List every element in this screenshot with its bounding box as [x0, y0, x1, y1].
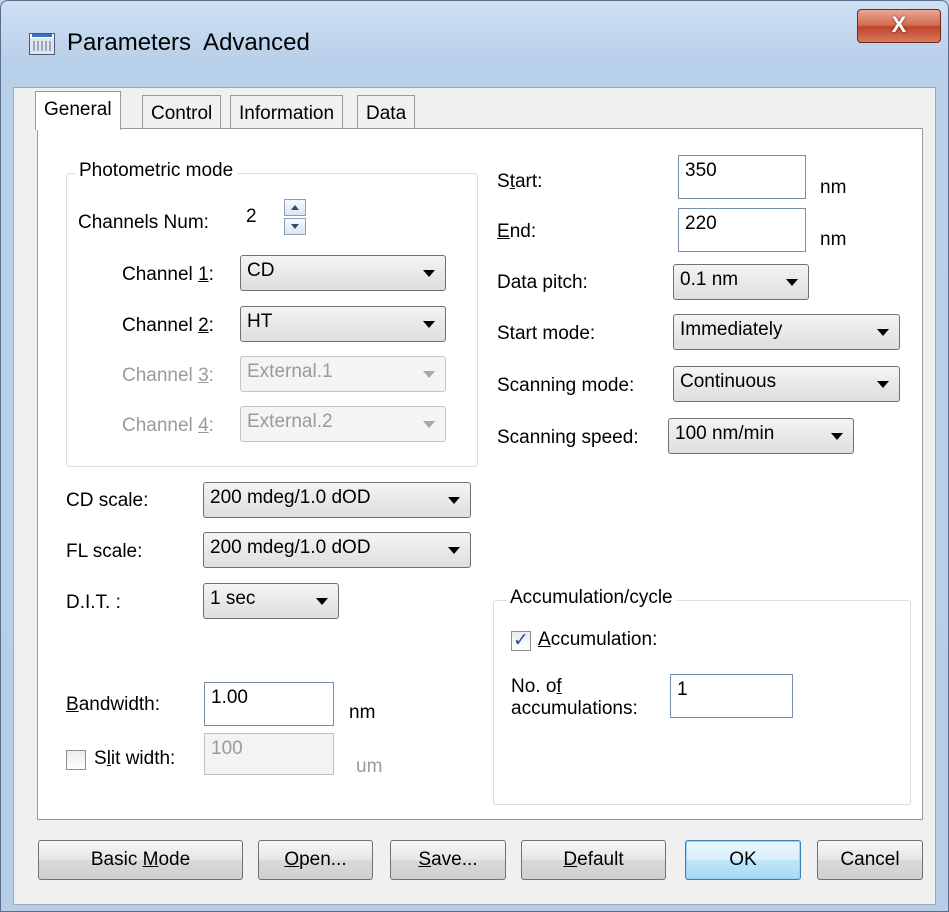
dropdown-arrow-icon	[877, 381, 889, 388]
start-unit: nm	[820, 177, 847, 198]
channel-4-label: Channel 4:	[122, 415, 214, 436]
dialog-window: Parameters Advanced X General Control In…	[0, 0, 949, 912]
accumulations-count-label: No. of accumulations:	[511, 676, 638, 719]
title-bar[interactable]: Parameters Advanced X	[1, 1, 948, 87]
app-window-icon	[29, 33, 55, 55]
dropdown-arrow-icon	[786, 279, 798, 286]
channels-num-spinner[interactable]	[284, 199, 306, 235]
channel-1-select[interactable]: CD	[240, 255, 446, 291]
accumulation-checkbox[interactable]	[511, 629, 531, 651]
close-icon: X	[891, 12, 907, 37]
dropdown-arrow-icon	[316, 598, 328, 605]
channel-3-label: Channel 3:	[122, 365, 214, 386]
dit-select[interactable]: 1 sec	[203, 583, 339, 619]
channel-1-label: Channel 1:	[122, 264, 214, 285]
ok-button[interactable]: OK	[685, 840, 801, 880]
dit-label: D.I.T. :	[66, 592, 121, 613]
spin-down-icon[interactable]	[284, 218, 306, 235]
bandwidth-input[interactable]: 1.00	[204, 682, 334, 726]
channel-4-select: External.2	[240, 406, 446, 442]
tab-information[interactable]: Information	[230, 95, 344, 129]
photometric-mode-label: Photometric mode	[75, 160, 238, 182]
slit-width-label: Slit width:	[94, 748, 176, 769]
dialog-client-area: General Control Information Data Photome…	[13, 87, 936, 905]
channel-2-select[interactable]: HT	[240, 306, 446, 342]
end-label: End:	[497, 221, 537, 242]
channels-num-label: Channels Num:	[78, 212, 209, 233]
start-mode-label: Start mode:	[497, 323, 596, 344]
end-input[interactable]: 220	[678, 208, 806, 252]
dropdown-arrow-icon	[423, 270, 435, 277]
tab-control[interactable]: Control	[142, 95, 222, 129]
channel-2-label: Channel 2:	[122, 315, 214, 336]
open-button[interactable]: Open...	[258, 840, 373, 880]
cd-scale-select[interactable]: 200 mdeg/1.0 dOD	[203, 482, 471, 518]
channels-num-value: 2	[246, 206, 257, 227]
cancel-button[interactable]: Cancel	[817, 840, 923, 880]
dropdown-arrow-icon	[877, 329, 889, 336]
default-button[interactable]: Default	[521, 840, 666, 880]
end-unit: nm	[820, 229, 847, 250]
cd-scale-label: CD scale:	[66, 490, 149, 511]
scanning-mode-select[interactable]: Continuous	[673, 366, 900, 402]
dropdown-arrow-icon	[448, 497, 460, 504]
general-tab-panel: Photometric mode Channels Num: 2 Channel…	[37, 128, 923, 820]
accumulation-group-label: Accumulation/cycle	[506, 587, 677, 609]
start-label: Start:	[497, 171, 543, 192]
save-button[interactable]: Save...	[390, 840, 506, 880]
scanning-speed-select[interactable]: 100 nm/min	[668, 418, 854, 454]
close-button[interactable]: X	[857, 9, 941, 43]
slit-width-checkbox[interactable]	[66, 750, 86, 770]
slit-width-input: 100	[204, 733, 334, 775]
fl-scale-select[interactable]: 200 mdeg/1.0 dOD	[203, 532, 471, 568]
basic-mode-button[interactable]: Basic Mode	[38, 840, 243, 880]
dropdown-arrow-icon	[423, 371, 435, 378]
slit-width-unit: um	[356, 756, 383, 777]
tab-general[interactable]: General	[35, 91, 121, 130]
bandwidth-unit: nm	[349, 702, 376, 723]
scanning-speed-label: Scanning speed:	[497, 427, 639, 448]
start-mode-select[interactable]: Immediately	[673, 314, 900, 350]
bandwidth-label: Bandwidth:	[66, 694, 161, 715]
data-pitch-label: Data pitch:	[497, 272, 588, 293]
accumulation-checkbox-label: Accumulation:	[538, 629, 658, 650]
data-pitch-select[interactable]: 0.1 nm	[673, 264, 809, 300]
spin-up-icon[interactable]	[284, 199, 306, 216]
dropdown-arrow-icon	[448, 547, 460, 554]
channel-3-select: External.1	[240, 356, 446, 392]
dropdown-arrow-icon	[831, 433, 843, 440]
start-input[interactable]: 350	[678, 155, 806, 199]
window-title: Parameters Advanced	[67, 29, 310, 56]
fl-scale-label: FL scale:	[66, 541, 143, 562]
dropdown-arrow-icon	[423, 421, 435, 428]
scanning-mode-label: Scanning mode:	[497, 375, 635, 396]
tab-data[interactable]: Data	[357, 95, 416, 129]
dropdown-arrow-icon	[423, 321, 435, 328]
accumulations-count-input[interactable]: 1	[670, 674, 793, 718]
